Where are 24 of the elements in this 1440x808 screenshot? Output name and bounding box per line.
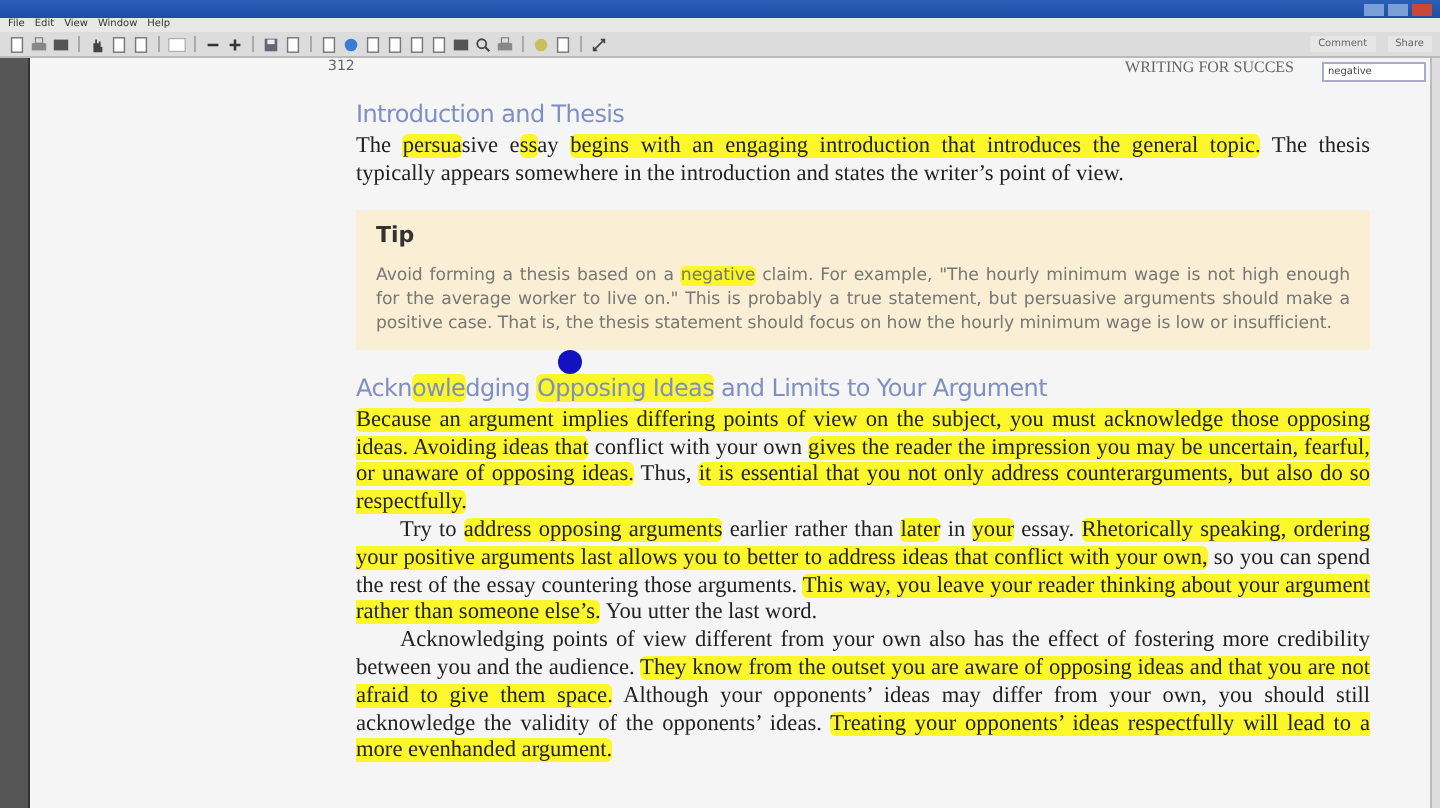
page-icon[interactable] xyxy=(554,35,572,53)
running-header: WRITING FOR SUCCES xyxy=(1125,58,1294,76)
arrows-icon[interactable] xyxy=(590,35,608,53)
screen-icon[interactable] xyxy=(52,35,70,53)
globe-icon[interactable] xyxy=(342,35,360,53)
maximize-icon[interactable] xyxy=(1388,3,1408,15)
body-paragraph: The persuasive essay begins with an engaging introduction that introduces the general topic. The thesis typically appears somewhere in the introduction and states the writer’s point of view. xyxy=(356,134,1370,190)
save-icon[interactable] xyxy=(262,35,280,53)
search-icon[interactable] xyxy=(474,35,492,53)
body-paragraph: Acknowledging points of view different from your own also has the effect of fostering more credibility between you and the audience. They know from the outset you are aware of opposing ideas and that you are not afraid to give them space. Although your opponents’ ideas may differ from your own, you should still acknowledge the validity of the opponents’ ideas. Treating your opponents’ ideas respectfully will lead to a more evenhanded argument. xyxy=(356,628,1370,767)
printer-icon[interactable] xyxy=(496,35,514,53)
scrollbar[interactable] xyxy=(1430,58,1440,808)
page-number-field[interactable] xyxy=(168,35,186,53)
minimize-icon[interactable] xyxy=(1364,3,1384,15)
section-heading: Introduction and Thesis xyxy=(356,100,627,128)
screen-icon[interactable] xyxy=(452,35,470,53)
printer-icon[interactable] xyxy=(30,35,48,53)
tip-title: Tip xyxy=(376,221,417,248)
hand-icon[interactable] xyxy=(88,35,106,53)
cursor-dot xyxy=(558,349,582,374)
section-heading: Acknowledging Opposing Ideas and Limits to Your Argument xyxy=(356,373,1049,402)
plus-icon[interactable] xyxy=(226,35,244,53)
tip-text: Avoid forming a thesis based on a negative claim. For example, "The hourly minimum wage is not high enough for the average worker to live on." This is probably a true statement, but persuasive arguments should make a positive case. That is, the thesis statement should focus on how the hourly minimum wage is low or insufficient. xyxy=(376,263,1350,338)
page-icon[interactable] xyxy=(8,35,26,53)
